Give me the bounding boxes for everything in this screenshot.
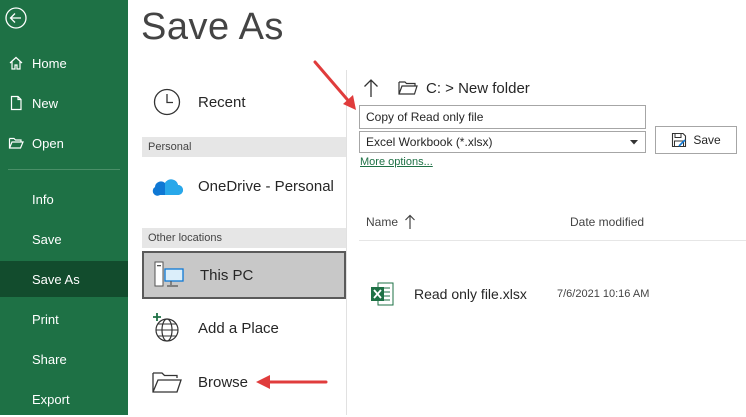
file-name: Read only file.xlsx — [414, 286, 527, 302]
section-header-other-label: Other locations — [148, 232, 222, 244]
save-disk-icon — [672, 132, 687, 148]
section-header-personal: Personal — [142, 137, 346, 157]
location-browse-label: Browse — [198, 373, 249, 391]
up-arrow-icon[interactable] — [362, 78, 380, 98]
file-date: 7/6/2021 10:16 AM — [557, 288, 650, 300]
page-title: Save As — [141, 6, 284, 48]
location-onedrive[interactable]: OneDrive - Personal — [142, 164, 346, 208]
panel-separator — [346, 70, 347, 415]
browse-folder-icon — [150, 365, 184, 399]
excel-file-icon — [371, 282, 394, 306]
onedrive-cloud-icon — [150, 169, 184, 203]
nav-open-label: Open — [32, 135, 64, 151]
more-options-link[interactable]: More options... — [360, 156, 433, 168]
nav-share-label: Share — [32, 351, 67, 367]
nav-export-label: Export — [32, 391, 70, 407]
sort-ascending-icon — [405, 214, 415, 229]
location-recent[interactable]: Recent — [142, 80, 346, 124]
nav-save-label: Save — [32, 231, 62, 247]
nav-info-label: Info — [32, 191, 54, 207]
clock-icon — [150, 85, 184, 119]
nav-print-label: Print — [32, 311, 59, 327]
nav-save-as[interactable]: Save As — [0, 261, 128, 297]
nav-home-label: Home — [32, 55, 67, 71]
location-onedrive-label: OneDrive - Personal — [198, 177, 334, 195]
folder-icon — [398, 81, 418, 95]
save-button-label: Save — [693, 133, 721, 147]
computer-icon — [152, 258, 186, 292]
location-this-pc[interactable]: This PC — [142, 251, 346, 299]
nav-export[interactable]: Export — [0, 381, 128, 417]
location-add-place-label: Add a Place — [198, 319, 279, 337]
location-browse[interactable]: Browse — [142, 360, 346, 404]
sidebar-divider — [8, 169, 120, 170]
breadcrumb: C: > New folder — [362, 74, 530, 102]
column-header-name-label: Name — [366, 215, 399, 229]
nav-new[interactable]: New — [0, 85, 128, 121]
breadcrumb-path[interactable]: C: > New folder — [426, 80, 530, 97]
nav-home[interactable]: Home — [0, 45, 128, 81]
nav-new-label: New — [32, 95, 59, 111]
back-arrow-icon[interactable] — [5, 7, 27, 29]
nav-open[interactable]: Open — [0, 125, 128, 161]
filename-input[interactable] — [359, 105, 646, 129]
section-header-personal-label: Personal — [148, 141, 192, 153]
new-document-icon — [10, 95, 22, 111]
backstage-sidebar: Home New Open Info Save Save As Print Sh… — [0, 0, 128, 415]
location-this-pc-label: This PC — [200, 266, 254, 284]
nav-save-as-label: Save As — [32, 271, 80, 287]
nav-save[interactable]: Save — [0, 221, 128, 257]
nav-info[interactable]: Info — [0, 181, 128, 217]
header-divider — [359, 240, 746, 241]
nav-share[interactable]: Share — [0, 341, 128, 377]
chevron-down-icon — [630, 140, 638, 145]
save-button[interactable]: Save — [655, 126, 737, 154]
home-icon — [9, 56, 23, 70]
globe-add-icon — [150, 311, 184, 345]
filetype-value: Excel Workbook (*.xlsx) — [366, 135, 493, 149]
column-header-date[interactable]: Date modified — [570, 215, 644, 229]
section-header-other: Other locations — [142, 228, 346, 248]
column-header-name[interactable]: Name — [366, 214, 416, 230]
filetype-select[interactable]: Excel Workbook (*.xlsx) — [359, 131, 646, 153]
location-recent-label: Recent — [198, 93, 246, 111]
nav-print[interactable]: Print — [0, 301, 128, 337]
open-folder-icon — [8, 137, 24, 149]
location-add-place[interactable]: Add a Place — [142, 306, 346, 350]
file-row[interactable]: Read only file.xlsx 7/6/2021 10:16 AM — [359, 272, 746, 318]
